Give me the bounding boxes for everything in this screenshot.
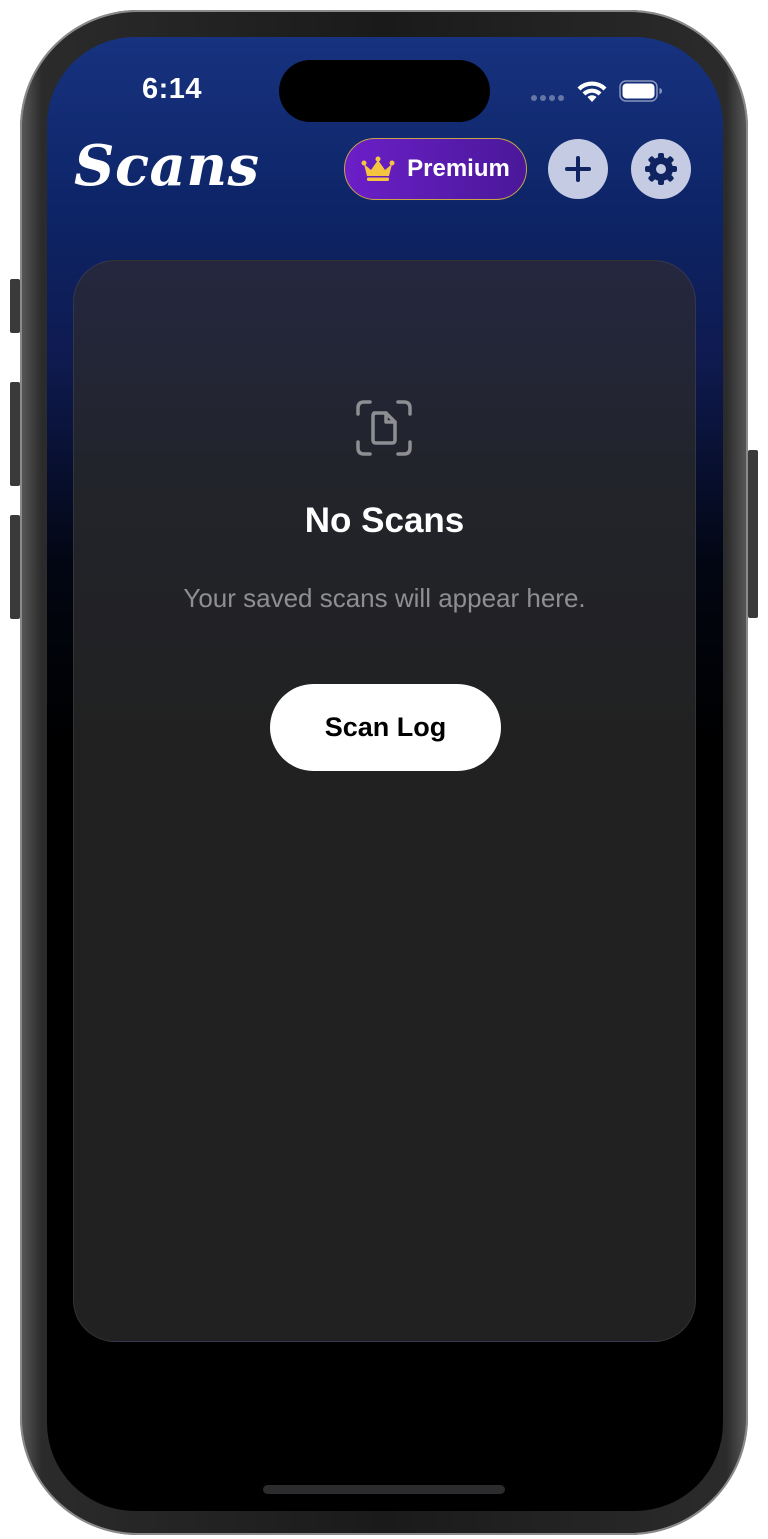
- premium-label: Premium: [407, 155, 510, 182]
- empty-state-subtitle: Your saved scans will appear here.: [183, 583, 586, 613]
- settings-button[interactable]: [631, 139, 691, 199]
- volume-down-button: [10, 515, 20, 619]
- scans-list-card: No Scans Your saved scans will appear he…: [73, 260, 696, 1342]
- power-button: [748, 450, 758, 618]
- volume-up-button: [10, 382, 20, 486]
- screen: 6:14 Scans Premium No Scans Your saved s…: [47, 37, 723, 1511]
- page-title: Scans: [74, 133, 260, 199]
- wifi-icon: [577, 81, 607, 102]
- doc-viewfinder-icon: [356, 400, 412, 456]
- cellular-signal-icon: [531, 95, 564, 101]
- empty-state-title: No Scans: [304, 501, 465, 540]
- plus-icon: [565, 156, 591, 182]
- gear-icon: [645, 153, 677, 185]
- home-indicator[interactable]: [263, 1485, 505, 1494]
- crown-icon: [361, 156, 395, 181]
- dynamic-island: [279, 60, 490, 122]
- battery-icon: [619, 80, 662, 102]
- status-time: 6:14: [142, 73, 203, 105]
- action-button: [10, 279, 20, 333]
- add-scan-button[interactable]: [548, 139, 608, 199]
- scan-log-button[interactable]: Scan Log: [270, 684, 501, 771]
- premium-button[interactable]: Premium: [344, 138, 527, 200]
